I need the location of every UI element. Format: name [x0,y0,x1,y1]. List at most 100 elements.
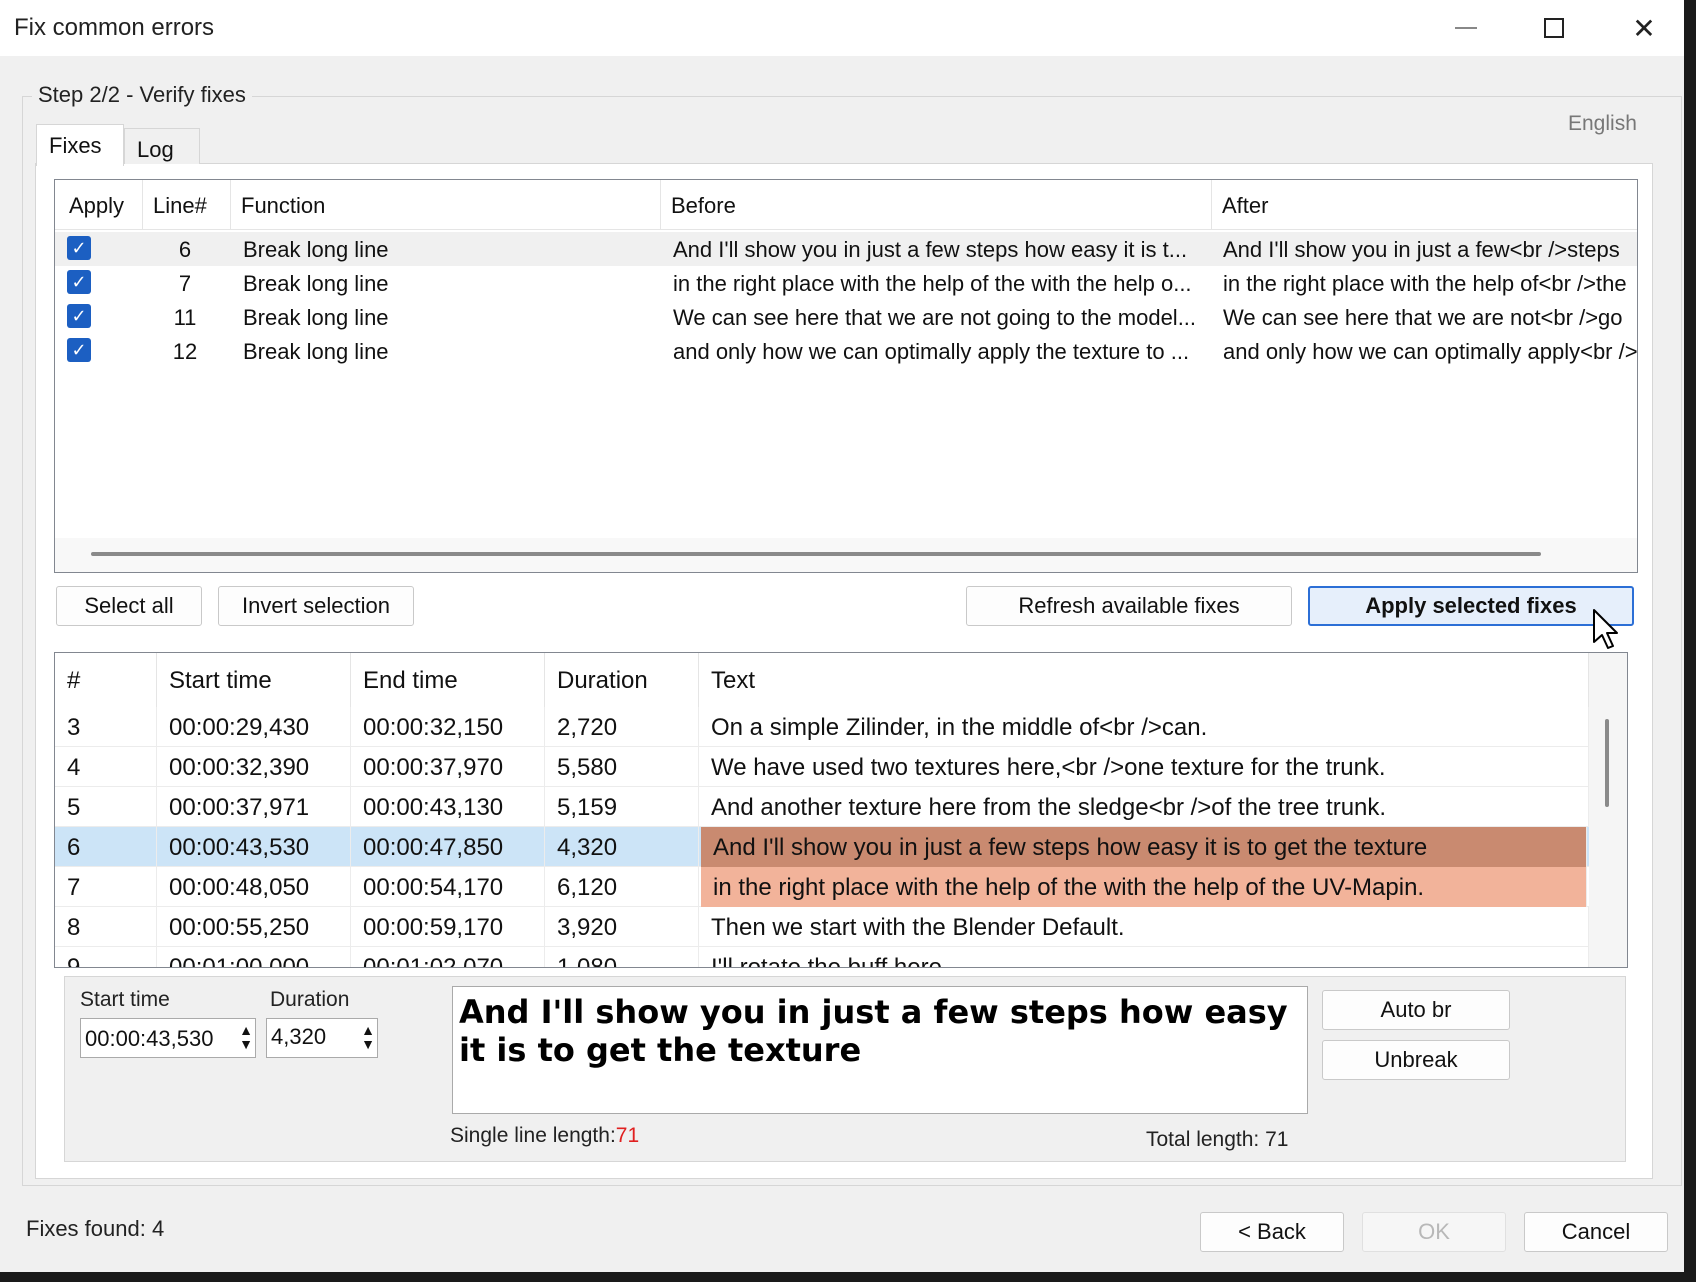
cell-number: 8 [55,907,157,947]
cell-text-error: And I'll show you in just a few steps ho… [701,827,1587,867]
mouse-cursor-icon [1593,609,1618,649]
cell-end-time: 00:00:59,170 [351,907,545,947]
close-button[interactable]: ✕ [1598,6,1690,50]
fix-after: We can see here that we are not<br />go [1223,305,1623,330]
maximize-icon [1544,18,1564,38]
apply-selected-fixes-button[interactable]: Apply selected fixes [1308,586,1634,626]
invert-selection-button[interactable]: Invert selection [218,586,414,626]
subtitle-row[interactable]: 8 00:00:55,250 00:00:59,170 3,920 Then w… [55,907,1589,947]
column-header-start-time[interactable]: Start time [157,653,351,707]
cell-text: And another texture here from the sledge… [699,787,1589,827]
column-header-number[interactable]: # [55,653,157,707]
cell-duration: 6,120 [545,867,699,907]
fixes-list[interactable]: Apply Line# Function Before After ✓ 6 Br… [54,179,1638,573]
total-length: Total length: 71 [1146,1128,1289,1151]
refresh-fixes-button[interactable]: Refresh available fixes [966,586,1292,626]
cell-end-time: 00:00:43,130 [351,787,545,827]
tab-log[interactable]: Log [124,128,200,164]
maximize-button[interactable] [1508,6,1600,50]
fix-before: And I'll show you in just a few steps ho… [673,237,1188,262]
fix-line: 7 [178,271,192,296]
cell-text-error: in the right place with the help of the … [701,867,1587,907]
tab-fixes[interactable]: Fixes [36,124,124,166]
duration-value: 4,320 [271,1024,327,1049]
cell-end-time: 00:00:37,970 [351,747,545,787]
vertical-scrollbar-thumb[interactable] [1605,719,1609,807]
subtitle-row[interactable]: 7 00:00:48,050 00:00:54,170 6,120 in the… [55,867,1589,907]
subtitle-text-editor[interactable]: And I'll show you in just a few steps ho… [452,986,1308,1114]
column-header-line[interactable]: Line# [143,180,231,230]
cell-duration: 4,320 [545,827,699,867]
duration-input[interactable]: 4,320 ▲ ▼ [266,1018,378,1058]
single-line-length: Single line length:71 [450,1124,639,1148]
vertical-scrollbar[interactable] [1589,653,1627,967]
fixes-list-header: Apply Line# Function Before After [55,180,1637,230]
column-header-before[interactable]: Before [661,180,1212,230]
single-line-length-label: Single line length: [450,1124,616,1147]
cancel-button[interactable]: Cancel [1524,1212,1668,1252]
close-icon: ✕ [1632,12,1656,44]
single-line-length-value: 71 [615,1124,640,1147]
cell-end-time: 00:00:54,170 [351,867,545,907]
fix-row[interactable]: ✓ 6 Break long line And I'll show you in… [55,232,1637,266]
cell-start-time: 00:00:43,530 [157,827,351,867]
cell-duration: 5,159 [545,787,699,827]
column-header-text[interactable]: Text [699,653,1589,707]
cell-end-time: 00:00:32,150 [351,707,545,747]
column-header-function[interactable]: Function [231,180,661,230]
spinner-arrows-icon[interactable]: ▲ ▼ [361,1023,375,1051]
horizontal-scrollbar-thumb[interactable] [91,552,1541,556]
group-title: Step 2/2 - Verify fixes [32,82,252,108]
cell-end-time: 00:00:47,850 [351,827,545,867]
apply-checkbox[interactable]: ✓ [67,270,91,294]
spinner-arrows-icon[interactable]: ▲ ▼ [239,1023,253,1051]
start-time-input[interactable]: 00:00:43,530 ▲ ▼ [80,1018,256,1058]
cell-start-time: 00:00:48,050 [157,867,351,907]
cell-number: 4 [55,747,157,787]
unbreak-button[interactable]: Unbreak [1322,1040,1510,1080]
subtitle-row[interactable]: 3 00:00:29,430 00:00:32,150 2,720 On a s… [55,707,1589,747]
subtitle-row[interactable]: 5 00:00:37,971 00:00:43,130 5,159 And an… [55,787,1589,827]
fix-before: We can see here that we are not going to… [673,305,1197,330]
subtitle-row-selected[interactable]: 6 00:00:43,530 00:00:47,850 4,320 And I'… [55,827,1589,867]
cell-start-time: 00:01:00,000 [157,947,351,967]
duration-label: Duration [270,988,350,1011]
subtitle-row[interactable]: 4 00:00:32,390 00:00:37,970 5,580 We hav… [55,747,1589,787]
start-time-label: Start time [80,988,170,1011]
desktop-edge [1684,0,1696,1282]
select-all-button[interactable]: Select all [56,586,202,626]
fix-line: 6 [178,237,192,262]
desktop-edge-bottom [0,1272,1696,1282]
apply-checkbox[interactable]: ✓ [67,304,91,328]
column-header-after[interactable]: After [1212,180,1637,230]
ok-button[interactable]: OK [1362,1212,1506,1252]
fix-line: 11 [173,305,197,330]
column-header-end-time[interactable]: End time [351,653,545,707]
fix-before: in the right place with the help of the … [673,271,1192,296]
cell-text: Then we start with the Blender Default. [699,907,1589,947]
fix-line: 12 [172,339,198,364]
subtitle-grid-header: # Start time End time Duration Text [55,653,1589,707]
subtitle-grid[interactable]: # Start time End time Duration Text 3 00… [54,652,1628,968]
cell-start-time: 00:00:37,971 [157,787,351,827]
cell-duration: 5,580 [545,747,699,787]
cell-text: I'll rotate the buff here [699,947,1589,967]
auto-br-button[interactable]: Auto br [1322,990,1510,1030]
fix-row[interactable]: ✓ 7 Break long line in the right place w… [55,266,1637,300]
back-button[interactable]: < Back [1200,1212,1344,1252]
apply-checkbox[interactable]: ✓ [67,236,91,260]
fix-after: in the right place with the help of<br /… [1223,271,1627,296]
cell-text: We have used two textures here,<br />one… [699,747,1589,787]
cell-number: 9 [55,947,157,967]
column-header-duration[interactable]: Duration [545,653,699,707]
fix-row[interactable]: ✓ 12 Break long line and only how we can… [55,334,1637,368]
fix-row[interactable]: ✓ 11 Break long line We can see here tha… [55,300,1637,334]
subtitle-row[interactable]: 9 00:01:00,000 00:01:02,070 1,080 I'll r… [55,947,1589,967]
apply-checkbox[interactable]: ✓ [67,338,91,362]
cell-number: 7 [55,867,157,907]
minimize-button[interactable] [1420,6,1512,50]
cell-text: On a simple Zilinder, in the middle of<b… [699,707,1589,747]
column-header-apply[interactable]: Apply [55,180,143,230]
cell-number: 3 [55,707,157,747]
fix-before: and only how we can optimally apply the … [673,339,1190,364]
